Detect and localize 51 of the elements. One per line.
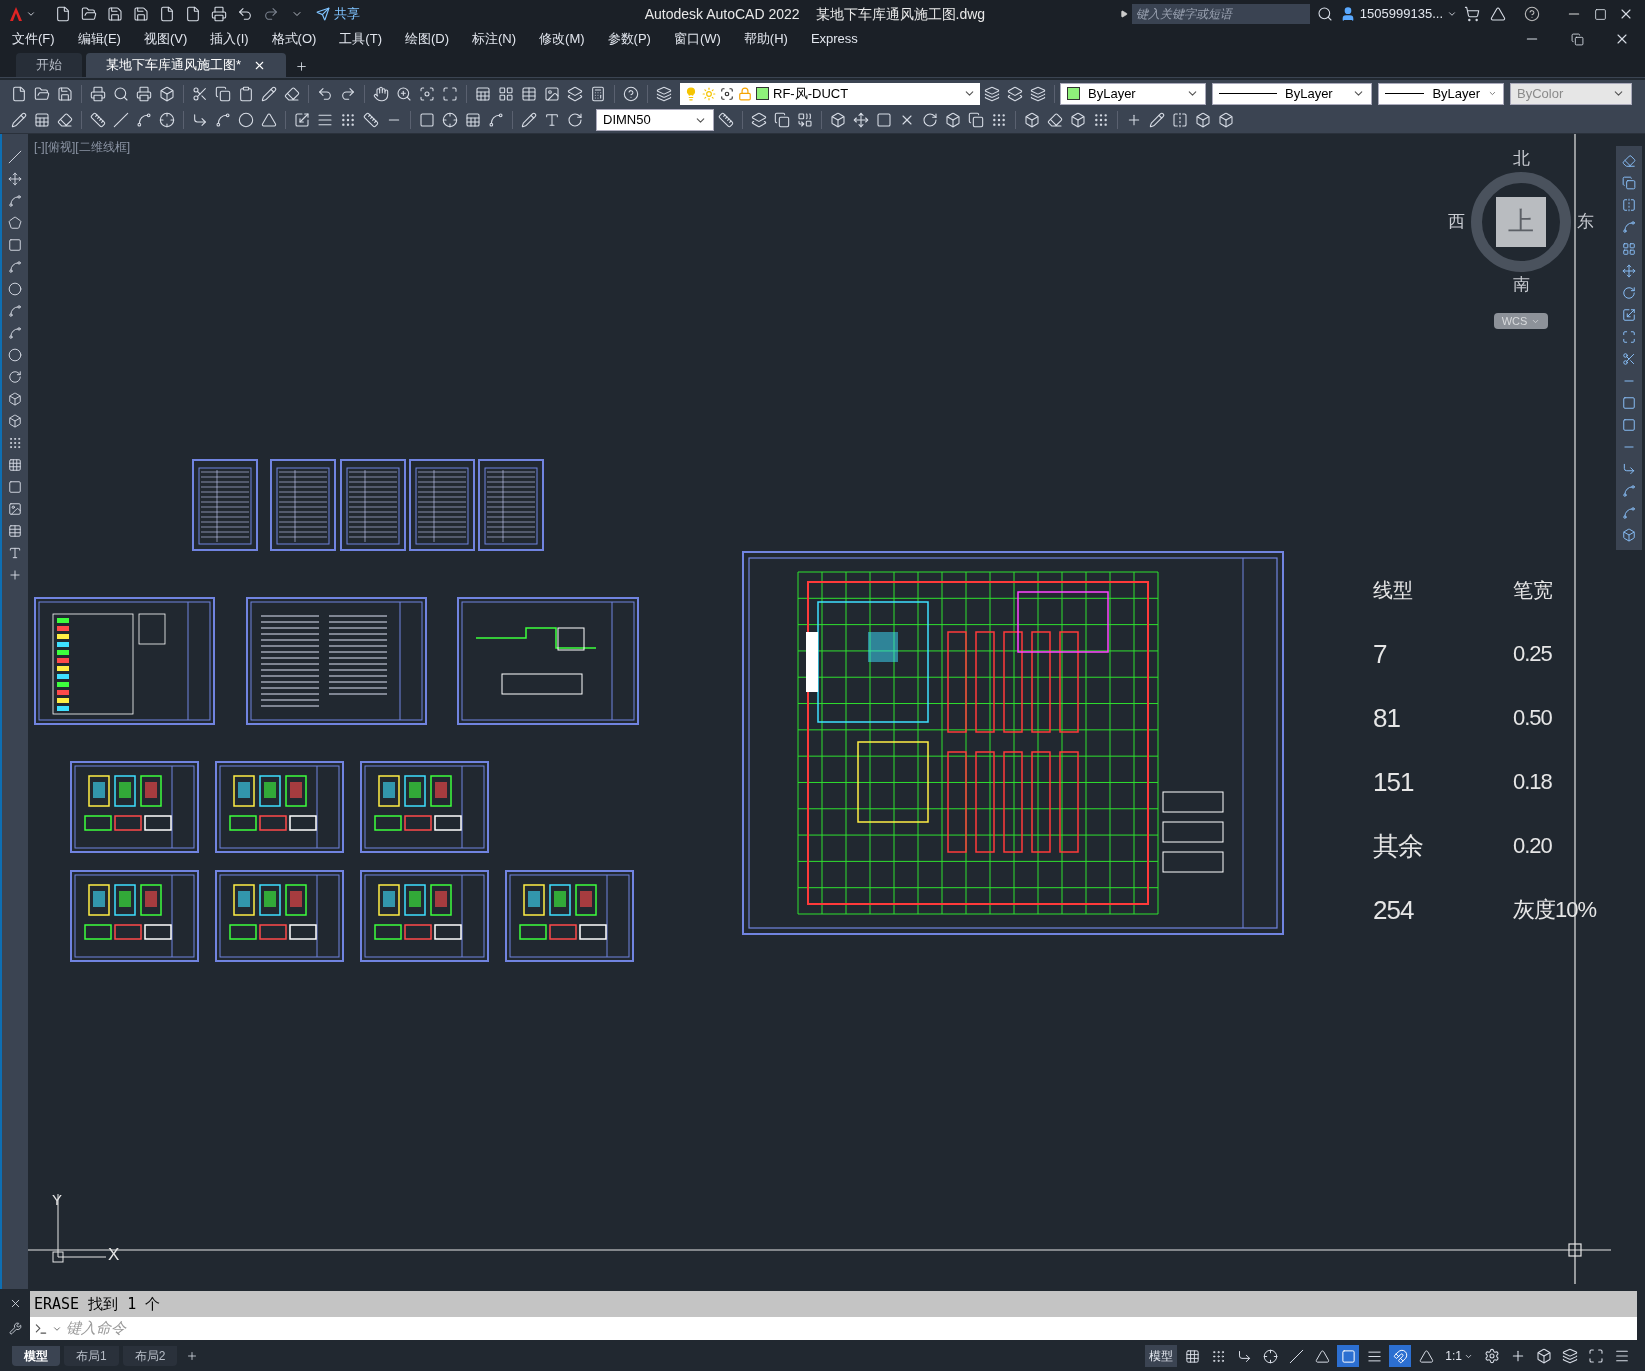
drawing-text: 其余 [1373,832,1424,860]
drawing-text: 线型 [1373,578,1414,603]
menu-item[interactable]: 视图(V) [143,29,188,49]
document-tab[interactable]: 开始 [16,53,82,77]
menu-item[interactable]: 帮助(H) [743,29,788,49]
annotation-scale-button[interactable]: 1:1 [1441,1347,1477,1365]
dropdown-field[interactable]: ByLayer [1378,82,1504,105]
menu-item[interactable]: Express [810,29,858,49]
compass-label[interactable]: 北 [1512,146,1530,172]
dropdown-field[interactable]: ByLayer [1212,82,1372,105]
compass-label[interactable]: 南 [1512,271,1530,297]
model-space-button[interactable]: 模型 [1145,1345,1178,1367]
command-input[interactable]: 键入命令 [66,1317,1637,1340]
compass-label[interactable]: 西 [1448,208,1465,235]
drawing-text: 0.50 [1513,704,1553,732]
drawing-text: 151 [1373,768,1415,796]
layout-tab[interactable]: 布局1 [64,1346,119,1366]
drawing-text: 0.20 [1513,832,1553,860]
search-field[interactable]: 键入关键字或短语 [1131,4,1310,24]
axis-label: Y [52,1190,62,1210]
menu-item[interactable]: 格式(O) [271,29,317,49]
menu-item[interactable]: 文件(F) [12,29,55,49]
dropdown-field[interactable]: ByLayer [1060,82,1206,105]
menu-item[interactable]: 工具(T) [339,29,382,49]
axis-label: X [108,1244,120,1266]
drawing-text: 笔宽 [1513,578,1554,603]
layout-tab[interactable]: 模型 [12,1346,60,1366]
drawing-text: 0.25 [1513,640,1553,668]
drawing-text: 254 [1373,896,1415,924]
menu-item[interactable]: 修改(M) [539,29,585,49]
menu-item[interactable]: 窗口(W) [673,29,721,49]
menu-item[interactable]: 参数(P) [607,29,651,49]
drawing-text: 0.18 [1513,768,1553,796]
menu-item[interactable]: 标注(N) [472,29,517,49]
command-history: ERASE 找到 1 个 [30,1291,1637,1317]
layer-dropdown[interactable]: RF-风-DUCT [680,82,980,105]
menu-item[interactable]: 编辑(E) [77,29,121,49]
document-tab[interactable]: 某地下车库通风施工图* [86,53,287,77]
menu-item[interactable]: 绘图(D) [404,29,449,49]
dropdown-field[interactable]: DIMN50 [596,109,714,131]
layer-name: RF-风-DUCT [773,84,850,103]
layout-tab[interactable]: 布局2 [122,1346,178,1366]
menu-item[interactable]: 插入(I) [210,29,249,49]
viewport-label[interactable]: [-][俯视][二维线框] [34,138,130,156]
drawing-text: 7 [1373,640,1388,668]
user-menu[interactable]: 1505999135... [1339,4,1457,24]
file-name: 某地下车库通风施工图.dwg [815,4,986,24]
app-title: Autodesk AutoCAD 2022 [644,4,800,24]
drawing-text: 81 [1373,704,1401,732]
share-button[interactable]: 共享 [316,4,360,24]
compass-label[interactable]: 东 [1577,208,1594,235]
